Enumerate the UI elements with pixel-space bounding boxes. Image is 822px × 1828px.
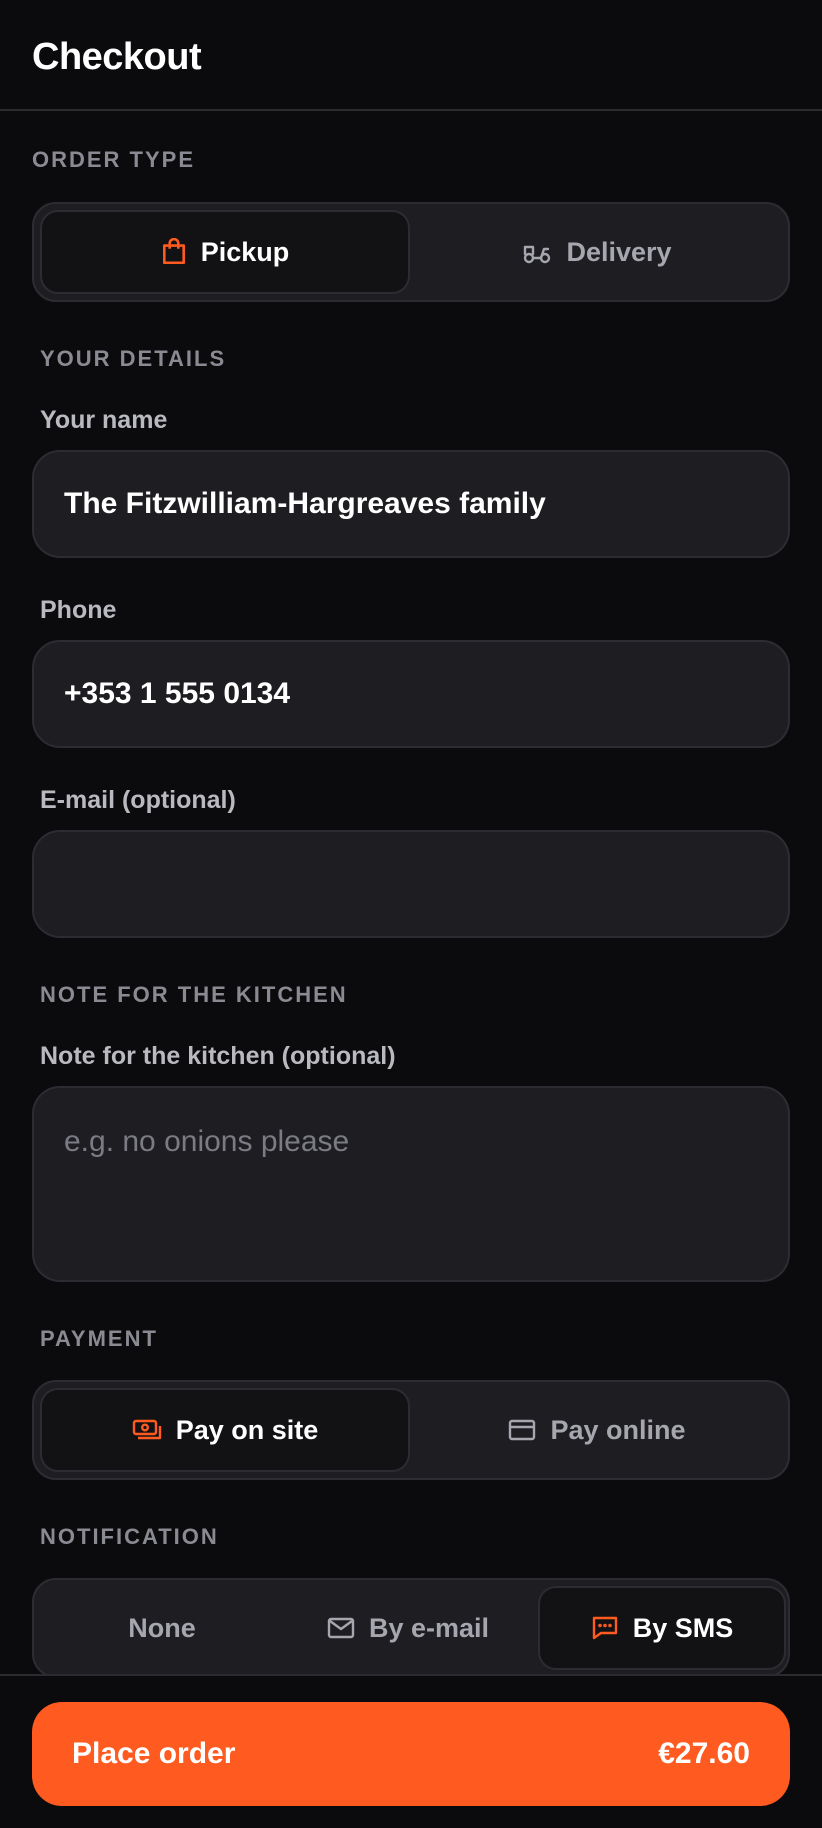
page-title: Checkout [32, 36, 202, 78]
mail-icon [327, 1617, 355, 1639]
pickup-option[interactable]: Pickup [40, 210, 410, 294]
order-type-toggle: Pickup Delivery [32, 202, 790, 302]
pay-online-label: Pay online [550, 1414, 686, 1445]
notification-sms-option[interactable]: By SMS [538, 1586, 786, 1670]
notification-none-label: None [128, 1612, 196, 1643]
phone-field-label: Phone [40, 596, 117, 624]
pay-online-option[interactable]: Pay online [412, 1388, 782, 1472]
name-field-label: Your name [40, 406, 168, 434]
kitchen-note-textarea[interactable] [32, 1086, 790, 1282]
place-order-button[interactable]: Place order €27.60 [32, 1702, 790, 1806]
cash-icon [132, 1418, 162, 1442]
message-icon [591, 1615, 619, 1641]
payment-section-label: PAYMENT [40, 1326, 158, 1351]
kitchen-note-section-label: NOTE FOR THE KITCHEN [40, 982, 348, 1007]
notification-email-option[interactable]: By e-mail [286, 1586, 530, 1670]
credit-card-icon [508, 1419, 536, 1441]
notification-section-label: NOTIFICATION [40, 1524, 219, 1549]
notification-toggle: None By e-mail By SMS [32, 1578, 790, 1678]
order-type-section-label: ORDER TYPE [32, 147, 196, 172]
kitchen-note-field-label: Note for the kitchen (optional) [40, 1042, 396, 1070]
checkout-footer: Place order €27.60 [0, 1674, 822, 1828]
pay-on-site-option[interactable]: Pay on site [40, 1388, 410, 1472]
place-order-label: Place order [72, 1737, 236, 1770]
email-input[interactable] [32, 830, 790, 938]
name-input[interactable] [32, 450, 790, 558]
details-section-label: YOUR DETAILS [40, 346, 227, 371]
payment-toggle: Pay on site Pay online [32, 1380, 790, 1480]
notification-sms-label: By SMS [632, 1612, 734, 1643]
notification-email-label: By e-mail [368, 1612, 490, 1643]
header: Checkout [0, 0, 822, 111]
shopping-bag-icon [161, 238, 187, 266]
notification-none-option[interactable]: None [40, 1586, 284, 1670]
phone-input[interactable] [32, 640, 790, 748]
delivery-label: Delivery [566, 236, 672, 267]
delivery-option[interactable]: Delivery [412, 210, 782, 294]
scooter-icon [522, 239, 552, 265]
order-total: €27.60 [658, 1737, 750, 1770]
pickup-label: Pickup [200, 236, 290, 267]
pay-on-site-label: Pay on site [175, 1414, 319, 1445]
email-field-label: E-mail (optional) [40, 786, 236, 814]
